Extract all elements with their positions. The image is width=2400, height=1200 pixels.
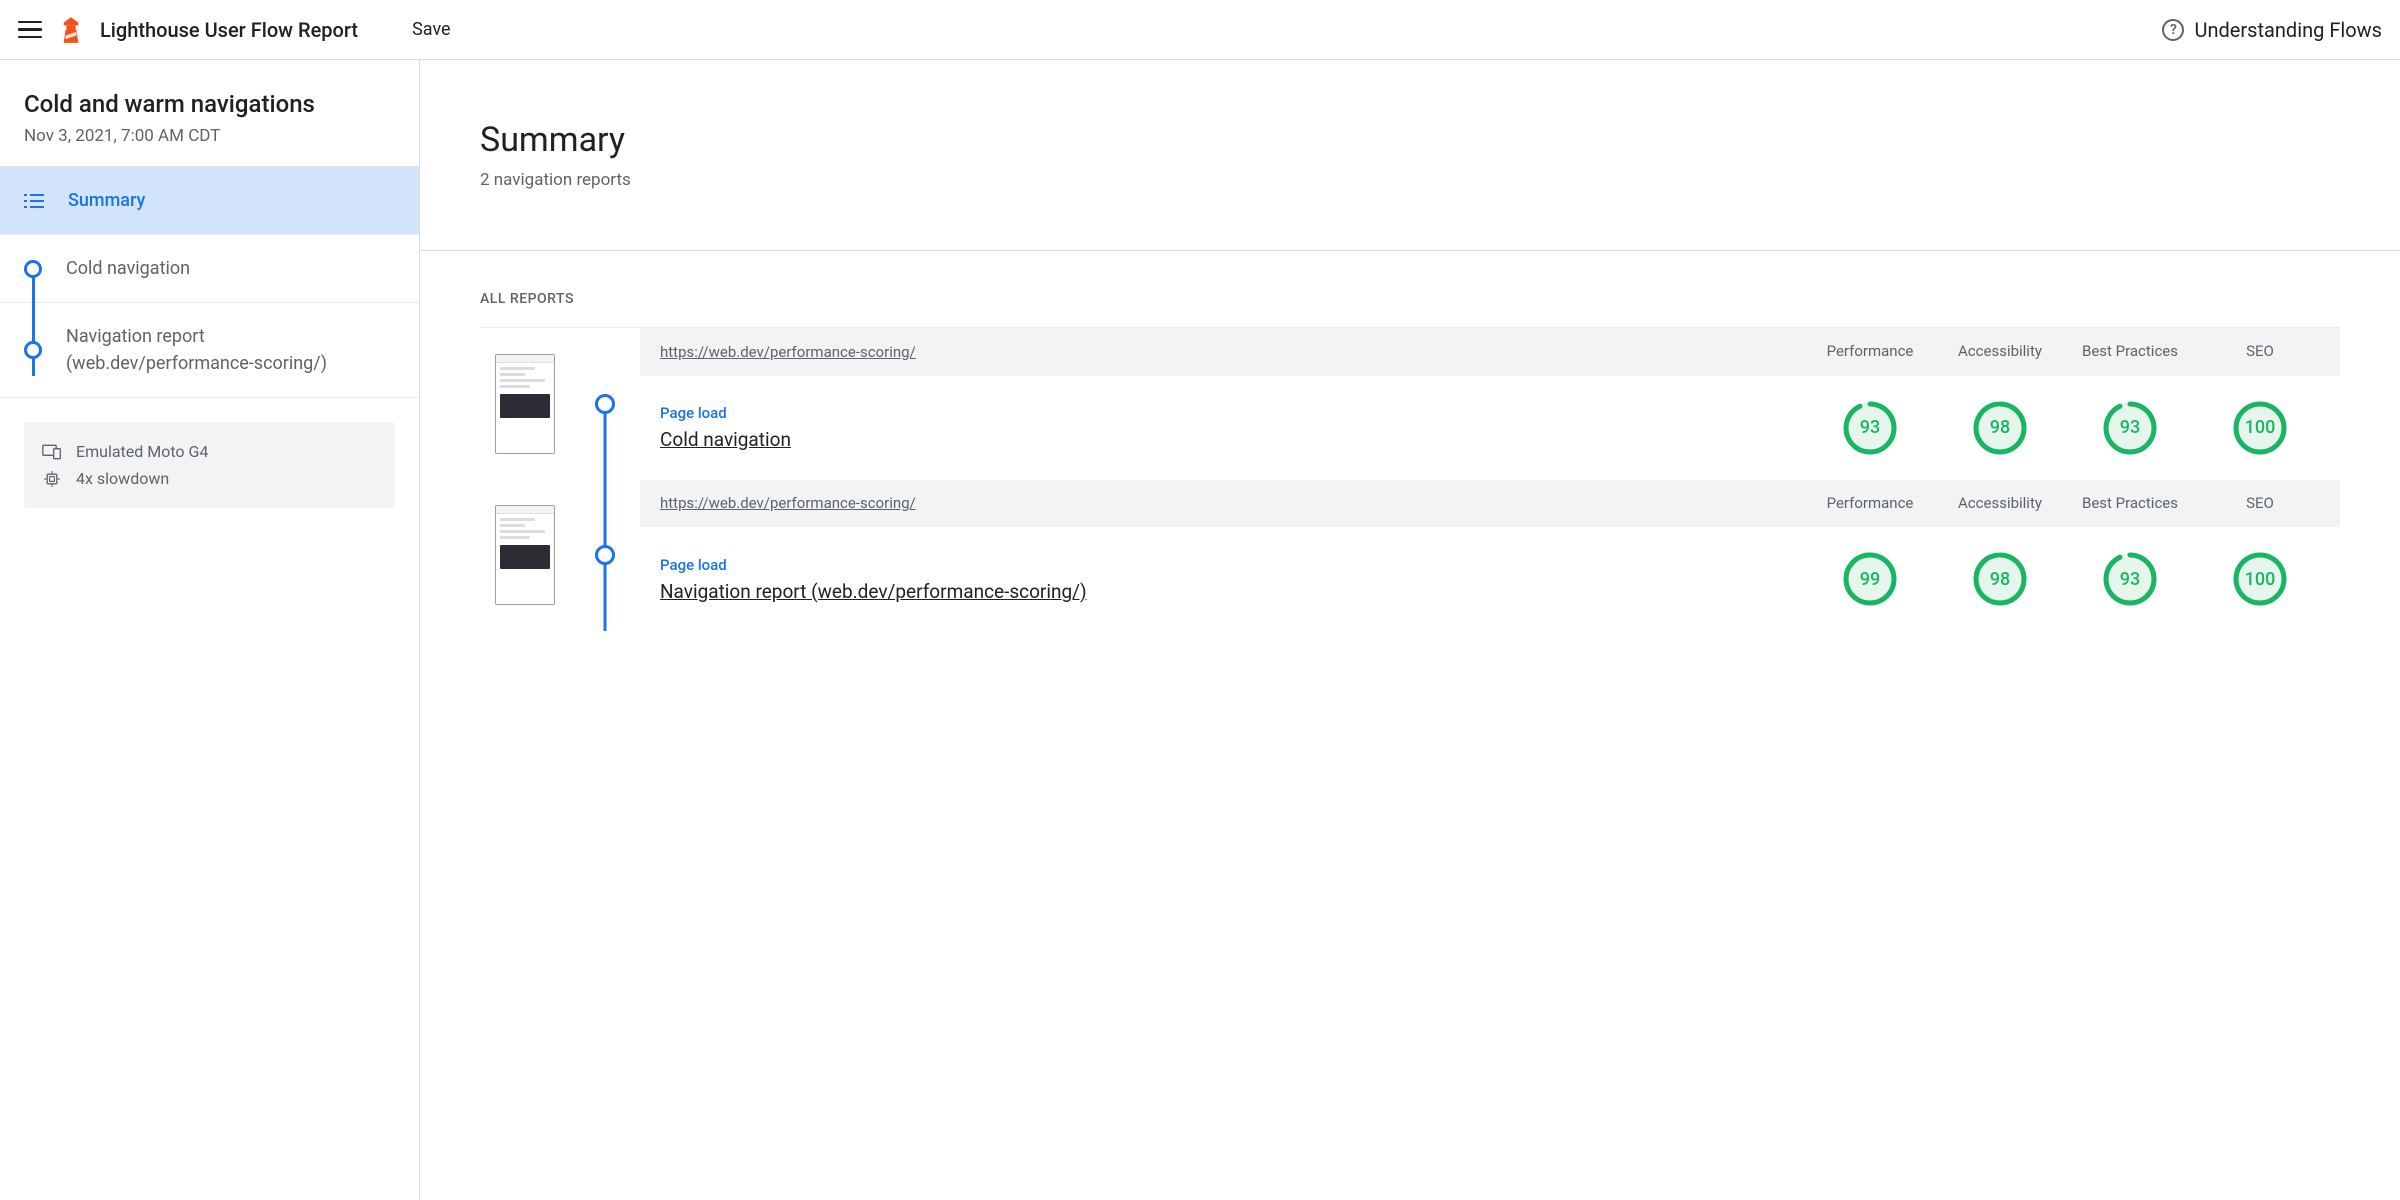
flow-title: Cold and warm navigations bbox=[24, 90, 395, 118]
sidebar-item-label: Summary bbox=[68, 187, 145, 214]
app-title: Lighthouse User Flow Report bbox=[100, 18, 358, 42]
main-content: Summary 2 navigation reports ALL REPORTS bbox=[420, 60, 2400, 1200]
report-url-link[interactable]: https://web.dev/performance-scoring/ bbox=[660, 343, 1800, 361]
col-accessibility: Accessibility bbox=[1940, 342, 2060, 362]
gauge-best-practices[interactable]: 93 bbox=[2102, 400, 2158, 456]
report-url-link[interactable]: https://web.dev/performance-scoring/ bbox=[660, 494, 1800, 512]
cpu-icon bbox=[42, 471, 62, 487]
page-subtitle: 2 navigation reports bbox=[480, 170, 2340, 190]
gauge-seo[interactable]: 100 bbox=[2232, 551, 2288, 607]
help-icon: ? bbox=[2162, 19, 2184, 41]
report-block: https://web.dev/performance-scoring/ Per… bbox=[480, 328, 2340, 480]
help-link[interactable]: ? Understanding Flows bbox=[2162, 18, 2382, 42]
gauge-accessibility[interactable]: 98 bbox=[1972, 551, 2028, 607]
sidebar-item-label: Navigation report (web.dev/performance-s… bbox=[66, 323, 395, 377]
screenshot-thumbnail[interactable] bbox=[495, 354, 555, 454]
col-performance: Performance bbox=[1810, 342, 1930, 362]
col-best-practices: Best Practices bbox=[2070, 342, 2190, 362]
step-type: Page load bbox=[660, 556, 1800, 574]
col-best-practices: Best Practices bbox=[2070, 494, 2190, 514]
sidebar-item-summary[interactable]: Summary bbox=[0, 167, 419, 235]
report-header: https://web.dev/performance-scoring/ Per… bbox=[640, 328, 2340, 376]
col-seo: SEO bbox=[2200, 494, 2320, 514]
device-throttle: 4x slowdown bbox=[76, 469, 169, 488]
step-name-link[interactable]: Cold navigation bbox=[660, 428, 791, 451]
device-emulated: Emulated Moto G4 bbox=[76, 442, 208, 461]
topbar: Lighthouse User Flow Report Save ? Under… bbox=[0, 0, 2400, 60]
gauge-seo[interactable]: 100 bbox=[2232, 400, 2288, 456]
section-label: ALL REPORTS bbox=[480, 291, 2340, 307]
flow-date: Nov 3, 2021, 7:00 AM CDT bbox=[24, 126, 395, 146]
col-accessibility: Accessibility bbox=[1940, 494, 2060, 514]
save-button[interactable]: Save bbox=[412, 19, 451, 40]
report-header: https://web.dev/performance-scoring/ Per… bbox=[640, 480, 2340, 528]
lighthouse-logo-icon bbox=[60, 17, 82, 43]
col-seo: SEO bbox=[2200, 342, 2320, 362]
gauge-performance[interactable]: 93 bbox=[1842, 400, 1898, 456]
device-info: Emulated Moto G4 4x slowdown bbox=[24, 422, 395, 508]
screenshot-thumbnail[interactable] bbox=[495, 505, 555, 605]
timeline-dot-icon bbox=[595, 394, 615, 414]
step-type: Page load bbox=[660, 404, 1800, 422]
gauge-performance[interactable]: 99 bbox=[1842, 551, 1898, 607]
step-name-link[interactable]: Navigation report (web.dev/performance-s… bbox=[660, 580, 1087, 603]
menu-icon[interactable] bbox=[18, 18, 42, 42]
sidebar-item-step-1[interactable]: Navigation report (web.dev/performance-s… bbox=[0, 303, 419, 398]
gauge-accessibility[interactable]: 98 bbox=[1972, 400, 2028, 456]
step-bullet-icon bbox=[24, 341, 42, 359]
report-row: Page load Cold navigation 93 98 93 100 bbox=[640, 376, 2340, 480]
devices-icon bbox=[42, 444, 62, 460]
help-label: Understanding Flows bbox=[2194, 18, 2382, 42]
summary-icon bbox=[24, 194, 44, 208]
sidebar: Cold and warm navigations Nov 3, 2021, 7… bbox=[0, 60, 420, 1200]
step-bullet-icon bbox=[24, 260, 42, 278]
page-title: Summary bbox=[480, 120, 2340, 160]
sidebar-item-label: Cold navigation bbox=[66, 255, 190, 282]
gauge-best-practices[interactable]: 93 bbox=[2102, 551, 2158, 607]
report-row: Page load Navigation report (web.dev/per… bbox=[640, 527, 2340, 631]
report-block: https://web.dev/performance-scoring/ Per… bbox=[480, 480, 2340, 632]
col-performance: Performance bbox=[1810, 494, 1930, 514]
sidebar-item-step-0[interactable]: Cold navigation bbox=[0, 235, 419, 303]
timeline-dot-icon bbox=[595, 545, 615, 565]
